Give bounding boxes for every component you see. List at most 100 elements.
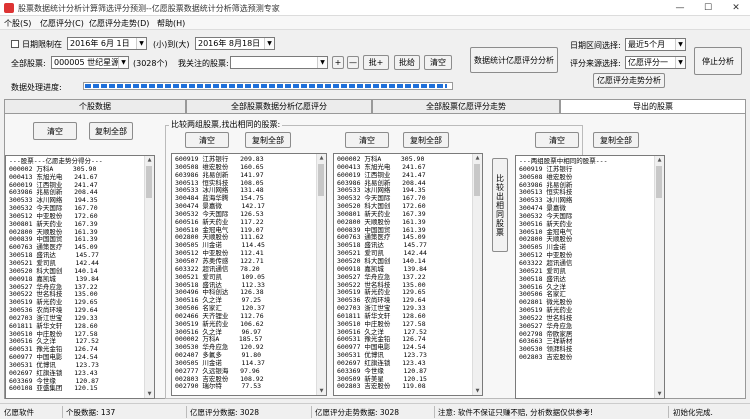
scroll-thumb[interactable] bbox=[656, 166, 662, 198]
window-title: 股票数据统计分析计算筛选评分预测--亿愿股票数据统计分析筛选预测专家 bbox=[18, 4, 280, 13]
clear-group2-button[interactable]: 清空 bbox=[345, 132, 389, 148]
date-from-value: 2016年 6月 1日 bbox=[70, 39, 130, 48]
score-source-value: 亿愿评分一 bbox=[628, 58, 668, 67]
my-stocks-select[interactable]: ▼ bbox=[230, 56, 328, 69]
copy-all-group1-button[interactable]: 复制全部 bbox=[245, 132, 291, 148]
status-divider bbox=[311, 406, 312, 418]
clear-watchlist-button[interactable]: 清空 bbox=[424, 55, 452, 70]
calendar-dropdown-icon: ▼ bbox=[136, 38, 146, 49]
close-icon[interactable]: ✕ bbox=[722, 0, 750, 16]
scroll-down-icon[interactable]: ▼ bbox=[145, 390, 154, 398]
copy-all-left-button[interactable]: 复制全部 bbox=[89, 122, 133, 140]
clear-left-button[interactable]: 清空 bbox=[33, 122, 77, 140]
date-range-value: 最近5个月 bbox=[628, 40, 666, 49]
left-stock-list[interactable]: ---股票---亿愿走势分得分--- 000002 万科A 305.90 00041… bbox=[5, 155, 155, 399]
add-stock-button[interactable]: + bbox=[332, 56, 344, 69]
status-divider bbox=[668, 406, 669, 418]
group1-scrollbar[interactable]: ▲ ▼ bbox=[316, 154, 326, 395]
calendar-dropdown-icon: ▼ bbox=[264, 38, 274, 49]
minimize-icon[interactable]: — bbox=[666, 0, 694, 16]
tab-score-analysis[interactable]: 全部股票数据分析亿愿评分 bbox=[186, 99, 372, 113]
chevron-down-icon: ▼ bbox=[317, 57, 327, 68]
exported-stocks-panel: 清空 复制全部 ---股票---亿愿走势分得分--- 000002 万科A 305… bbox=[4, 113, 746, 399]
scroll-thumb[interactable] bbox=[318, 164, 324, 196]
list-item[interactable]: 002803 吉宏股份 bbox=[519, 353, 607, 362]
list-item-group: 000002 万科A 305.90 000413 东旭光电 241.67 60001… bbox=[337, 155, 427, 391]
scroll-up-icon[interactable]: ▲ bbox=[317, 154, 326, 162]
menu-stock[interactable]: 个股(S) bbox=[4, 18, 31, 29]
date-to-picker[interactable]: 2016年 8月18日 ▼ bbox=[195, 37, 275, 50]
status-divider bbox=[186, 406, 187, 418]
left-scrollbar[interactable]: ▲ ▼ bbox=[144, 156, 154, 398]
menu-help[interactable]: 帮助(H) bbox=[157, 18, 185, 29]
scroll-down-icon[interactable]: ▼ bbox=[655, 390, 664, 398]
compare-button[interactable]: 比较出相同股票 bbox=[492, 158, 508, 252]
chevron-down-icon: ▼ bbox=[675, 57, 685, 68]
status-trend-count: 亿愿评分走势数据: 3028 bbox=[315, 408, 399, 417]
status-notice: 注意: 软件不保证只赚不赔, 分析数据仅供参考! bbox=[438, 408, 594, 417]
analyze-button[interactable]: 数据统计亿愿评分分析 bbox=[470, 47, 558, 73]
group1-stock-list[interactable]: 600919 江苏银行 209.83 300508 维宏股份 160.65 6039… bbox=[171, 153, 327, 396]
result-stock-list[interactable]: ---两组股票中相同的股票--- 600919 江苏银行 300508 维宏股份 60… bbox=[515, 155, 665, 399]
stock-select-value: 000005 世纪星源 bbox=[54, 58, 120, 67]
my-stocks-label: 我关注的股票: bbox=[178, 59, 229, 68]
tab-score-trend[interactable]: 全部股票亿愿评分走势 bbox=[372, 99, 560, 113]
chevron-down-icon: ▼ bbox=[675, 39, 685, 50]
list-item-group: ---两组股票中相同的股票--- 600919 江苏银行 300508 维宏股份 60… bbox=[519, 157, 607, 362]
status-bar: 亿愿软件 个股数据: 137 亿愿评分数据: 3028 亿愿评分走势数据: 30… bbox=[0, 403, 750, 419]
menu-trend[interactable]: 亿愿评分走势(D) bbox=[89, 18, 149, 29]
tab-exported-stocks[interactable]: 导出的股票 bbox=[560, 99, 746, 114]
date-range-label: 日期区间选择: bbox=[570, 41, 621, 50]
date-to-value: 2016年 8月18日 bbox=[198, 39, 261, 48]
group2-scrollbar[interactable]: ▲ ▼ bbox=[472, 154, 482, 395]
date-range-select[interactable]: 最近5个月 ▼ bbox=[625, 38, 686, 51]
score-source-select[interactable]: 亿愿评分一 ▼ bbox=[625, 56, 686, 69]
status-score-count: 亿愿评分数据: 3028 bbox=[190, 408, 259, 417]
date-limit-checkbox[interactable] bbox=[11, 40, 19, 48]
title-bar: 股票数据统计分析计算筛选评分预测--亿愿股票数据统计分析筛选预测专家 — ☐ ✕ bbox=[0, 0, 750, 16]
copy-all-result-button[interactable]: 复制全部 bbox=[593, 132, 639, 148]
list-item[interactable]: 002790 瑞尔特 77.53 bbox=[175, 383, 265, 391]
status-init: 初始化完成. bbox=[673, 408, 713, 417]
list-item-group: 600919 江苏银行 209.83 300508 维宏股份 160.65 6039… bbox=[175, 155, 265, 391]
scroll-up-icon[interactable]: ▲ bbox=[655, 156, 664, 164]
scroll-up-icon[interactable]: ▲ bbox=[145, 156, 154, 164]
remove-stock-button[interactable]: — bbox=[347, 56, 359, 69]
scroll-thumb[interactable] bbox=[474, 164, 480, 196]
progress-bar bbox=[83, 82, 453, 90]
trend-analysis-button[interactable]: 亿愿评分走势分析 bbox=[593, 73, 665, 88]
status-app: 亿愿软件 bbox=[4, 408, 34, 417]
batch-remove-button[interactable]: 批给 bbox=[394, 55, 420, 70]
list-item[interactable]: 600108 亚盛集团 120.15 bbox=[9, 385, 103, 393]
list-item[interactable]: 002803 吉宏股份 119.08 bbox=[337, 383, 427, 391]
scroll-thumb[interactable] bbox=[146, 166, 152, 198]
batch-add-button[interactable]: 批+ bbox=[363, 55, 389, 70]
scroll-down-icon[interactable]: ▼ bbox=[317, 387, 326, 395]
app-icon bbox=[4, 3, 14, 13]
maximize-icon[interactable]: ☐ bbox=[694, 0, 722, 16]
group2-stock-list[interactable]: 000002 万科A 305.90 000413 东旭光电 241.67 60001… bbox=[333, 153, 483, 396]
clear-group1-button[interactable]: 清空 bbox=[185, 132, 229, 148]
date-limit-label: 日期限制在 bbox=[22, 40, 62, 49]
status-divider bbox=[62, 406, 63, 418]
date-from-picker[interactable]: 2016年 6月 1日 ▼ bbox=[67, 37, 147, 50]
scroll-up-icon[interactable]: ▲ bbox=[473, 154, 482, 162]
result-scrollbar[interactable]: ▲ ▼ bbox=[654, 156, 664, 398]
status-divider bbox=[434, 406, 435, 418]
tab-stock-data[interactable]: 个股数据 bbox=[4, 99, 186, 113]
all-stocks-label: 全部股票: bbox=[11, 59, 46, 68]
clear-result-button[interactable]: 清空 bbox=[535, 132, 579, 148]
menu-score[interactable]: 亿愿评分(C) bbox=[40, 18, 84, 29]
progress-label: 数据处理进度: bbox=[11, 83, 62, 92]
copy-all-group2-button[interactable]: 复制全部 bbox=[403, 132, 449, 148]
date-to-label: (小)到(大) bbox=[153, 40, 190, 49]
stop-analysis-button[interactable]: 停止分析 bbox=[694, 47, 742, 75]
compare-group-label: 比较两组股票,找出相同的股票: bbox=[169, 119, 283, 130]
menu-bar: 个股(S) 亿愿评分(C) 亿愿评分走势(D) 帮助(H) bbox=[0, 16, 750, 30]
stock-select[interactable]: 000005 世纪星源 ▼ bbox=[51, 56, 129, 69]
chevron-down-icon: ▼ bbox=[118, 57, 128, 68]
scroll-down-icon[interactable]: ▼ bbox=[473, 387, 482, 395]
status-stock-count: 个股数据: 137 bbox=[66, 408, 116, 417]
score-source-label: 评分来源选择: bbox=[570, 59, 621, 68]
list-item-group: ---股票---亿愿走势分得分--- 000002 万科A 305.90 00041… bbox=[9, 157, 103, 393]
